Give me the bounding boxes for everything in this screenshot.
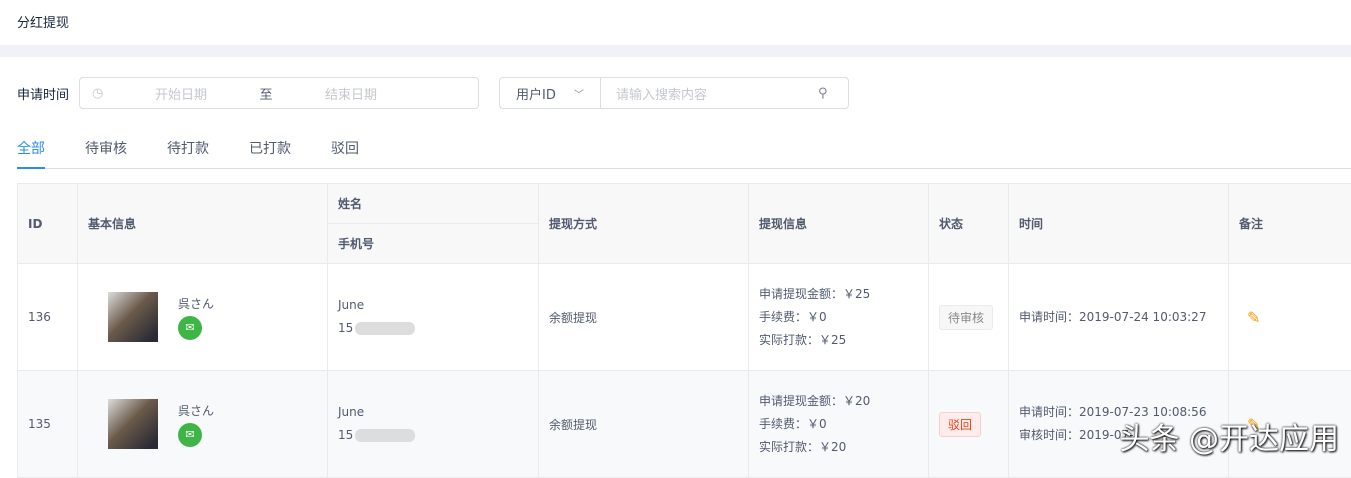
time-cell: 申请时间：2019-07-24 10:03:27 <box>1009 264 1229 371</box>
col-status: 状态 <box>929 184 1009 264</box>
range-separator: 至 <box>256 84 276 103</box>
phone: 15 <box>338 321 353 335</box>
page-title: 分红提现 <box>0 0 1351 45</box>
col-remark: 备注 <box>1229 184 1351 264</box>
tab-rejected[interactable]: 驳回 <box>331 140 359 169</box>
edit-icon[interactable]: ✎ <box>1247 308 1260 327</box>
withdraw-info-cell: 申请提现金额：￥20手续费：￥0实际打款：￥20 <box>749 371 929 478</box>
user-name: June <box>338 401 528 424</box>
wechat-icon: ✉ <box>178 316 202 340</box>
search-icon[interactable]: ⚲ <box>818 86 848 101</box>
wechat-icon: ✉ <box>178 423 202 447</box>
col-phone: 手机号 <box>328 224 539 264</box>
row-id: 136 <box>18 264 78 371</box>
start-date-input[interactable]: 开始日期 <box>106 84 256 103</box>
search-group: 用户ID ﹀ 请输入搜索内容 ⚲ <box>499 77 849 109</box>
nickname: 呉さん <box>178 402 214 419</box>
withdraw-info-cell: 申请提现金额：￥25手续费：￥0实际打款：￥25 <box>749 264 929 371</box>
phone-redacted <box>355 429 415 442</box>
table-row: 136 呉さん ✉ June 15 余额提现 申请提现金额：￥25手续费：￥0实际打… <box>18 264 1351 371</box>
status-tabs: 全部 待审核 待打款 已打款 驳回 <box>17 140 1351 169</box>
col-basic: 基本信息 <box>78 184 328 264</box>
col-method: 提现方式 <box>539 184 749 264</box>
divider <box>0 45 1351 57</box>
col-time: 时间 <box>1009 184 1229 264</box>
status-cell: 驳回 <box>929 371 1009 478</box>
basic-info-cell: 呉さん ✉ <box>78 264 328 371</box>
tab-pending-payment[interactable]: 待打款 <box>167 140 209 169</box>
name-phone-cell: June 15 <box>328 371 539 478</box>
phone-redacted <box>355 322 415 335</box>
name-phone-cell: June 15 <box>328 264 539 371</box>
clock-icon: ◷ <box>92 86 106 101</box>
fee: 手续费：￥0 <box>759 413 918 436</box>
col-id: ID <box>18 184 78 264</box>
method: 余额提现 <box>539 264 749 371</box>
apply-time: 申请时间：2019-07-24 10:03:27 <box>1019 306 1218 329</box>
tab-all[interactable]: 全部 <box>17 140 45 169</box>
status-badge: 驳回 <box>939 412 981 437</box>
avatar <box>108 399 158 449</box>
status-badge: 待审核 <box>939 305 993 330</box>
end-date-input[interactable]: 结束日期 <box>276 84 426 103</box>
basic-info-cell: 呉さん ✉ <box>78 371 328 478</box>
field-select-value: 用户ID <box>516 84 556 103</box>
chevron-down-icon: ﹀ <box>574 86 584 101</box>
phone: 15 <box>338 428 353 442</box>
user-name: June <box>338 294 528 317</box>
actual-paid: 实际打款：￥20 <box>759 436 918 459</box>
fee: 手续费：￥0 <box>759 306 918 329</box>
nickname: 呉さん <box>178 295 214 312</box>
apply-amount: 申请提现金额：￥20 <box>759 390 918 413</box>
watermark: 头条 @开达应用 <box>1119 414 1339 458</box>
avatar <box>108 292 158 342</box>
date-label: 申请时间 <box>17 84 69 103</box>
apply-amount: 申请提现金额：￥25 <box>759 283 918 306</box>
tab-pending-review[interactable]: 待审核 <box>85 140 127 169</box>
field-select[interactable]: 用户ID ﹀ <box>500 78 601 108</box>
remark-cell: ✎ <box>1229 264 1351 371</box>
actual-paid: 实际打款：￥25 <box>759 329 918 352</box>
col-info: 提现信息 <box>749 184 929 264</box>
status-cell: 待审核 <box>929 264 1009 371</box>
method: 余额提现 <box>539 371 749 478</box>
tab-paid[interactable]: 已打款 <box>249 140 291 169</box>
col-name: 姓名 <box>328 184 539 224</box>
filter-bar: 申请时间 ◷ 开始日期 至 结束日期 用户ID ﹀ 请输入搜索内容 ⚲ <box>17 77 849 109</box>
date-range-picker[interactable]: ◷ 开始日期 至 结束日期 <box>79 77 479 109</box>
row-id: 135 <box>18 371 78 478</box>
search-input[interactable]: 请输入搜索内容 <box>601 84 818 103</box>
